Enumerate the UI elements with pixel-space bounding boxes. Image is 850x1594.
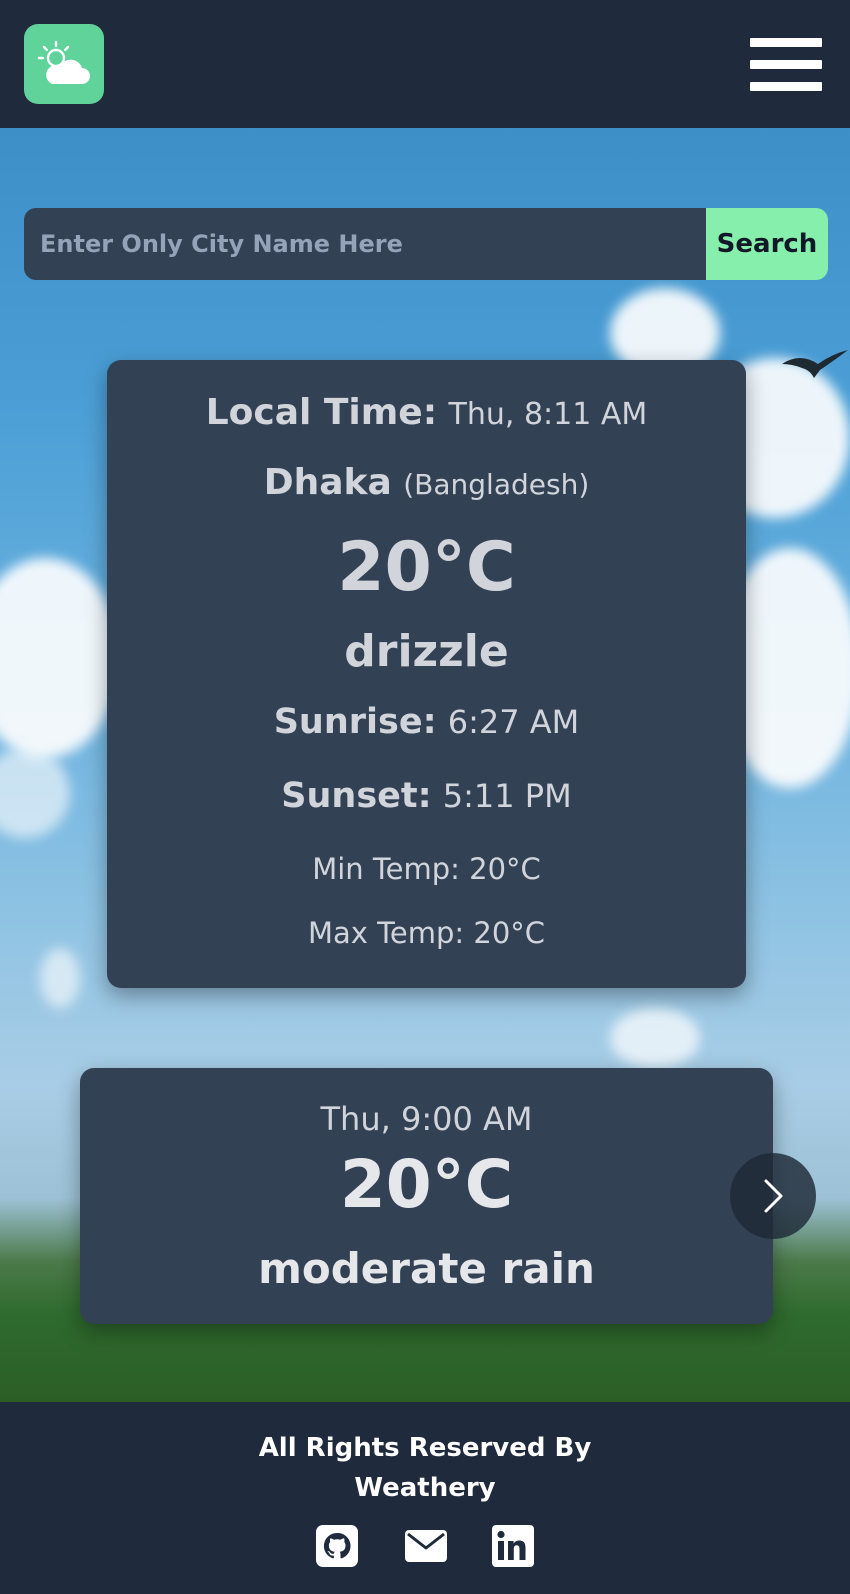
sunrise-value: 6:27 AM	[447, 703, 580, 741]
top-navbar	[0, 0, 850, 128]
github-icon[interactable]	[315, 1524, 359, 1568]
weather-description: drizzle	[344, 626, 509, 677]
current-weather-card: Local Time: Thu, 8:11 AM Dhaka (Banglade…	[107, 360, 746, 988]
city-name: Dhaka	[263, 462, 392, 503]
footer: All Rights Reserved By Weathery	[0, 1402, 850, 1594]
current-temperature: 20°C	[337, 528, 516, 607]
sunrise-label: Sunrise:	[273, 702, 437, 742]
mail-icon[interactable]	[404, 1524, 448, 1568]
local-time-row: Local Time: Thu, 8:11 AM	[107, 392, 746, 433]
search-bar: Search	[24, 208, 828, 280]
bird-icon	[782, 350, 848, 378]
sunset-row: Sunset: 5:11 PM	[107, 776, 746, 816]
min-temperature: Min Temp: 20°C	[312, 852, 541, 886]
sunrise-row: Sunrise: 6:27 AM	[107, 702, 746, 742]
local-time-value: Thu, 8:11 AM	[448, 397, 648, 432]
forecast-next-button[interactable]	[730, 1153, 816, 1239]
hamburger-menu-icon[interactable]	[750, 38, 822, 92]
forecast-card: Thu, 9:00 AM 20°C moderate rain	[80, 1068, 773, 1324]
chevron-right-icon	[764, 1179, 783, 1213]
search-button[interactable]: Search	[706, 208, 828, 280]
footer-line-1: All Rights Reserved By	[258, 1433, 592, 1463]
sunset-label: Sunset:	[281, 776, 432, 816]
sunset-value: 5:11 PM	[442, 777, 572, 815]
logo-icon[interactable]	[24, 24, 104, 104]
footer-line-2: Weathery	[354, 1473, 496, 1503]
footer-copyright: All Rights Reserved By Weathery	[0, 1428, 850, 1508]
forecast-time: Thu, 9:00 AM	[320, 1100, 533, 1138]
forecast-description: moderate rain	[258, 1244, 595, 1293]
forecast-temperature: 20°C	[339, 1146, 514, 1223]
location-row: Dhaka (Bangladesh)	[107, 462, 746, 503]
max-temperature: Max Temp: 20°C	[307, 916, 546, 950]
country-name: (Bangladesh)	[403, 468, 590, 501]
linkedin-icon[interactable]	[491, 1524, 535, 1568]
hero-background: Search Local Time: Thu, 8:11 AM Dhaka (B…	[0, 128, 850, 1402]
local-time-label: Local Time:	[205, 392, 438, 433]
city-search-input[interactable]	[24, 208, 706, 280]
